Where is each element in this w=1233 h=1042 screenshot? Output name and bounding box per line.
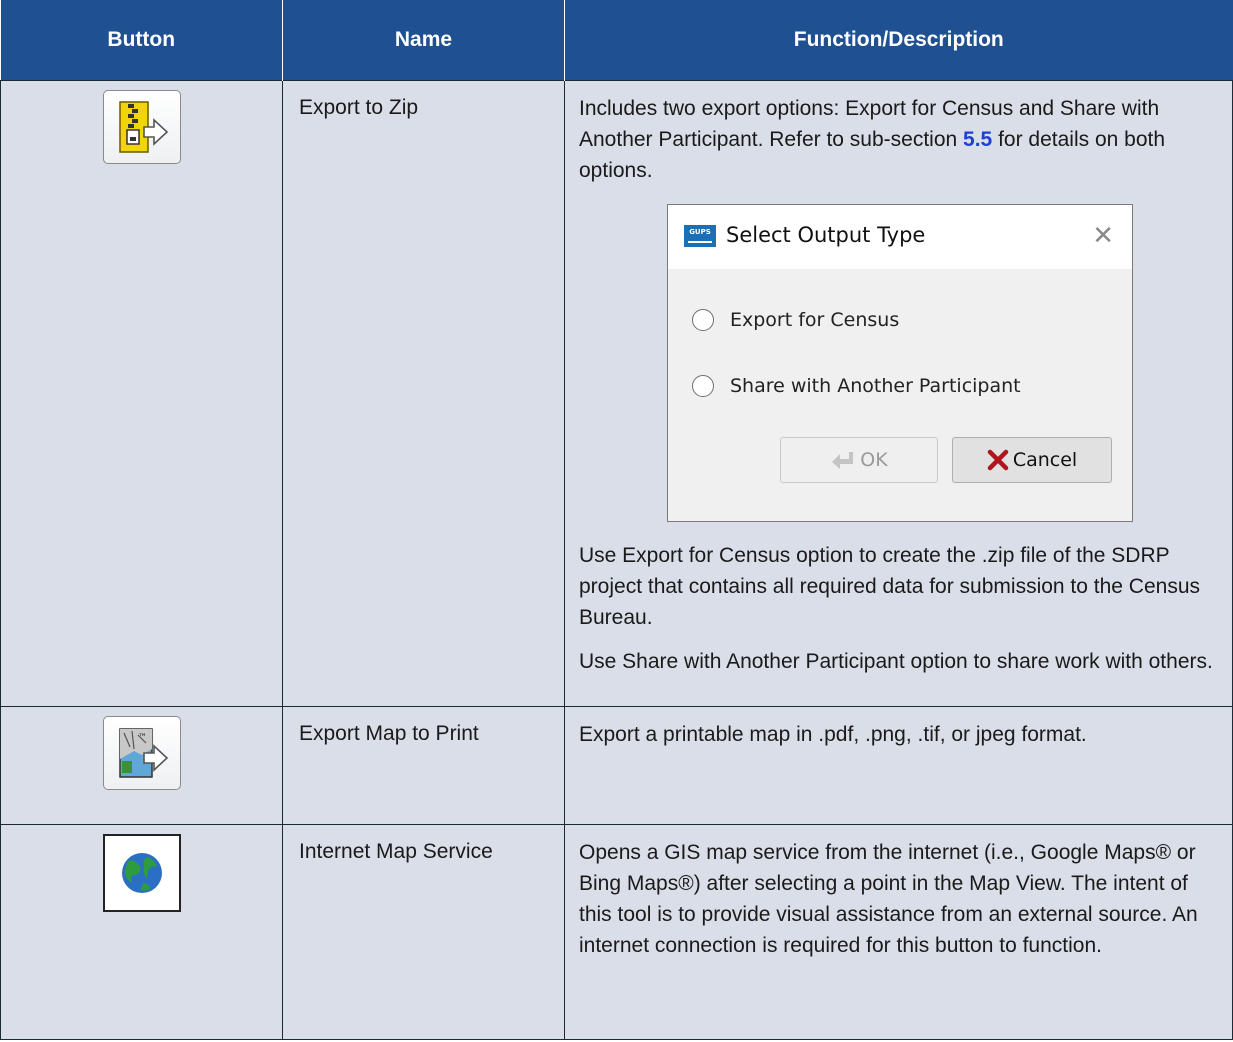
button-cell: ™ (0, 706, 283, 825)
description-text: Export a printable map in .pdf, .png, .t… (579, 723, 1087, 746)
radio-share-with-participant[interactable]: Share with Another Participant (692, 375, 1021, 397)
select-output-type-dialog: GUPS Select Output Type ✕ Export for Cen… (667, 204, 1133, 522)
description-text: Includes two export options: Export for … (579, 93, 1222, 186)
ok-arrow-icon (830, 450, 856, 470)
name-cell: Export to Zip (282, 80, 565, 707)
export-zip-button[interactable] (102, 90, 181, 164)
radio-button-icon[interactable] (692, 375, 714, 397)
globe-icon (121, 853, 162, 893)
table-row: ™ Export Map to Print Export a printable… (0, 706, 1233, 825)
cancel-x-icon (987, 449, 1009, 471)
button-cell (0, 824, 283, 1040)
radio-label: Export for Census (730, 309, 900, 331)
button-cell (0, 80, 283, 707)
header-description: Function/Description (564, 0, 1233, 81)
cancel-button[interactable]: Cancel (952, 437, 1112, 483)
close-icon[interactable]: ✕ (1092, 221, 1114, 251)
table-row: Internet Map Service Opens a GIS map ser… (0, 824, 1233, 1040)
button-reference-table: Button Name Function/Description Export … (0, 0, 1233, 1040)
description-cell: Opens a GIS map service from the interne… (564, 824, 1233, 1040)
name-cell: Internet Map Service (282, 824, 565, 1040)
internet-map-service-button[interactable] (102, 834, 181, 912)
cancel-label: Cancel (1012, 449, 1078, 471)
description-text: Use Share with Another Participant optio… (579, 650, 1213, 673)
svg-text:™: ™ (138, 733, 147, 743)
radio-export-for-census[interactable]: Export for Census (692, 309, 899, 331)
table-row: Export to Zip Includes two export option… (0, 80, 1233, 707)
dialog-titlebar: GUPS Select Output Type ✕ (668, 205, 1132, 269)
description-text: Opens a GIS map service from the interne… (579, 841, 1198, 957)
radio-button-icon[interactable] (692, 309, 714, 331)
gups-logo-icon: GUPS (684, 225, 716, 247)
export-map-print-icon: ™ (118, 728, 168, 778)
export-zip-icon (118, 101, 168, 153)
export-map-print-button[interactable]: ™ (102, 716, 181, 790)
header-name: Name (282, 0, 565, 81)
table-header-row: Button Name Function/Description (0, 0, 1233, 81)
description-cell: Export a printable map in .pdf, .png, .t… (564, 706, 1233, 825)
ok-button[interactable]: OK (780, 437, 938, 483)
radio-label: Share with Another Participant (730, 375, 1021, 397)
dialog-title: Select Output Type (726, 223, 926, 247)
name-cell: Export Map to Print (282, 706, 565, 825)
header-button: Button (0, 0, 283, 81)
description-text: Use Export for Census option to create t… (579, 544, 1201, 629)
description-cell: Includes two export options: Export for … (564, 80, 1233, 707)
subsection-link[interactable]: 5.5 (963, 128, 992, 151)
ok-label: OK (860, 449, 888, 471)
